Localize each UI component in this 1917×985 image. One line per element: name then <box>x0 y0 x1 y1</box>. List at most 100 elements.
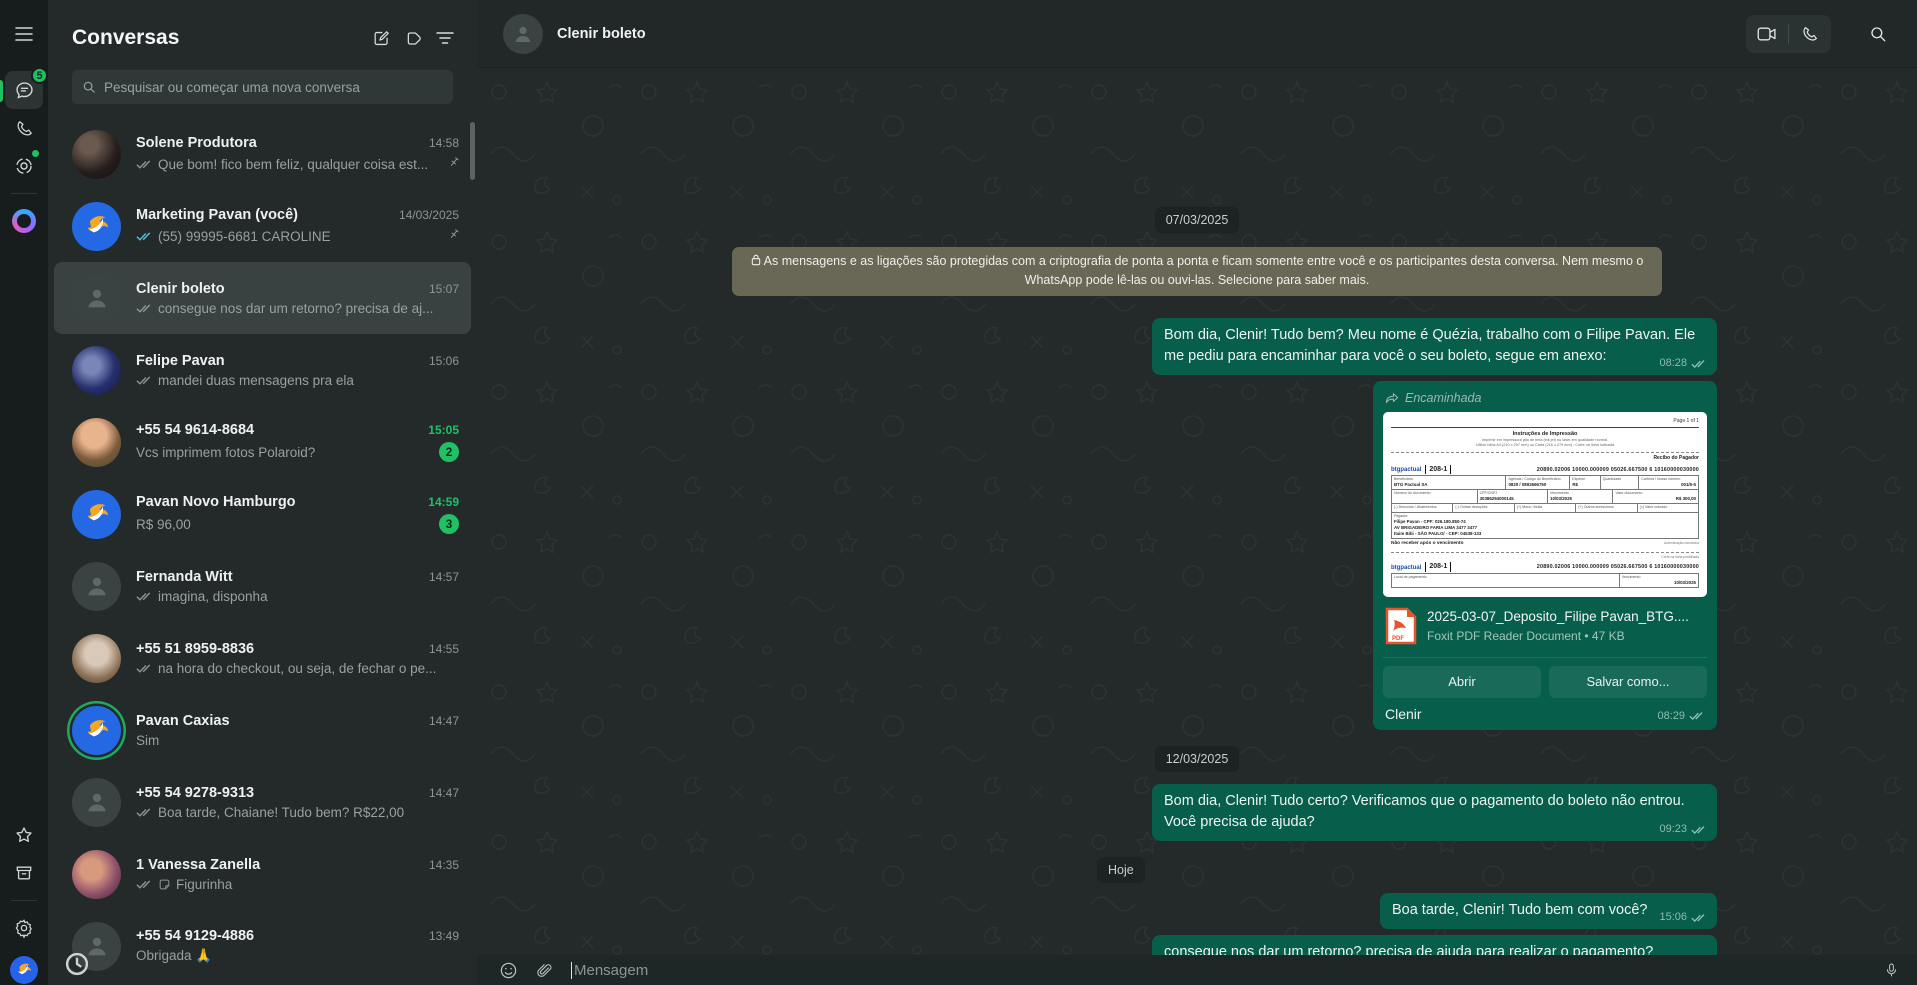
chat-time: 14:57 <box>429 570 459 584</box>
chat-list-item[interactable]: Pavan Novo Hamburgo14:59 R$ 96,00 3 <box>48 478 477 550</box>
document-message: Encaminhada Page 1 of 1 Instruções de Im… <box>1373 381 1717 730</box>
chat-preview: imagina, disponha <box>158 589 459 604</box>
pin-icon <box>442 225 464 247</box>
message-input[interactable] <box>574 962 1866 979</box>
chat-preview: (55) 99995-6681 CAROLINE <box>158 229 441 244</box>
chat-preview: consegue nos dar um retorno? precisa de … <box>158 301 459 316</box>
avatar <box>72 418 121 467</box>
voice-call-button[interactable] <box>1789 15 1831 53</box>
document-preview[interactable]: Page 1 of 1 Instruções de Impressão Impr… <box>1383 412 1707 597</box>
chat-name: Pavan Caxias <box>136 713 419 729</box>
label-filter-icon[interactable] <box>397 22 429 54</box>
chat-list-item[interactable]: +55 54 9129-488613:49 Obrigada 🙏 <box>48 910 477 982</box>
chat-name: Fernanda Witt <box>136 569 419 585</box>
archive-tab[interactable] <box>5 854 43 892</box>
chat-list: Solene Produtora14:58 Que bom! fico bem … <box>48 112 477 985</box>
chat-list-item[interactable]: Pavan Caxias14:47 Sim <box>48 694 477 766</box>
new-chat-icon[interactable] <box>365 22 397 54</box>
lock-icon <box>751 254 761 266</box>
chat-name: Felipe Pavan <box>136 353 419 369</box>
status-tab[interactable] <box>5 147 43 185</box>
chat-time: 14:47 <box>429 786 459 800</box>
outgoing-message: consegue nos dar um retorno? precisa de … <box>1152 935 1717 955</box>
profile-avatar[interactable] <box>5 947 43 985</box>
favorites-tab[interactable] <box>5 816 43 854</box>
meta-ai-tab[interactable] <box>5 202 43 240</box>
unread-badge: 2 <box>439 442 459 462</box>
whatsapp-app: 5 Conversas <box>0 0 1917 985</box>
encryption-notice[interactable]: As mensagens e as ligações são protegida… <box>732 247 1662 296</box>
call-button-group <box>1746 15 1831 53</box>
mic-icon[interactable] <box>1884 960 1899 980</box>
open-button[interactable]: Abrir <box>1383 666 1541 698</box>
chat-name: Pavan Novo Hamburgo <box>136 494 418 510</box>
message-text: Bom dia, Clenir! Tudo certo? Verificamos… <box>1164 793 1685 830</box>
message-time: 08:28 <box>1659 356 1687 372</box>
file-name: 2025-03-07_Deposito_Filipe Pavan_BTG.... <box>1427 609 1689 624</box>
read-receipt-icon <box>1691 912 1707 923</box>
save-as-button[interactable]: Salvar como... <box>1549 666 1707 698</box>
panel-title: Conversas <box>72 26 365 50</box>
read-receipt-icon <box>136 302 153 314</box>
search-bar[interactable] <box>72 70 453 104</box>
unread-total-badge: 5 <box>31 67 48 84</box>
chat-list-item[interactable]: Marketing Pavan (você)14/03/2025 (55) 99… <box>48 190 477 262</box>
pin-icon <box>442 153 464 175</box>
chat-name: 1 Vanessa Zanella <box>136 857 419 873</box>
conversation-header[interactable]: Clenir boleto <box>477 0 1917 68</box>
avatar <box>72 562 121 611</box>
file-attachment[interactable]: PDF 2025-03-07_Deposito_Filipe Pavan_BTG… <box>1383 597 1707 655</box>
message-history: 07/03/2025 As mensagens e as ligações sã… <box>477 68 1917 955</box>
chat-name: +55 54 9129-4886 <box>136 928 419 944</box>
read-receipt-icon <box>1691 824 1707 835</box>
read-receipt-icon <box>136 158 153 170</box>
rail-divider <box>11 193 37 194</box>
chat-time: 14:47 <box>429 714 459 728</box>
chat-list-item[interactable]: Solene Produtora14:58 Que bom! fico bem … <box>48 118 477 190</box>
chat-list-item-selected[interactable]: Clenir boleto15:07 consegue nos dar um r… <box>54 262 471 334</box>
attach-icon[interactable] <box>536 961 553 980</box>
chat-list-item[interactable]: +55 51 8959-883614:55 na hora do checkou… <box>48 622 477 694</box>
read-receipt-icon <box>136 590 153 602</box>
search-icon <box>82 80 96 94</box>
chat-name: +55 51 8959-8836 <box>136 641 419 657</box>
file-type-size: Foxit PDF Reader Document • 47 KB <box>1427 629 1689 643</box>
menu-icon[interactable] <box>5 15 43 53</box>
message-composer <box>477 955 1917 985</box>
chat-time: 14/03/2025 <box>399 208 459 222</box>
chat-preview: R$ 96,00 <box>136 517 434 532</box>
emoji-icon[interactable] <box>499 961 518 980</box>
video-call-button[interactable] <box>1746 15 1788 53</box>
conversation-avatar <box>503 14 543 54</box>
message-caption: Clenir <box>1385 706 1657 722</box>
unread-badge: 3 <box>439 514 459 534</box>
calls-tab[interactable] <box>5 109 43 147</box>
outgoing-message: Bom dia, Clenir! Tudo certo? Verificamos… <box>1152 784 1717 841</box>
read-receipt-icon <box>136 806 153 818</box>
forwarded-label: Encaminhada <box>1385 391 1707 405</box>
chat-list-item[interactable]: 1 Vanessa Zanella14:35 Figurinha <box>48 838 477 910</box>
read-receipt-icon <box>136 878 153 890</box>
chat-list-item[interactable]: Fernanda Witt 14:57 imagina, disponha <box>48 550 477 622</box>
status-new-dot <box>32 150 39 157</box>
chat-list-item[interactable]: +55 54 9278-931314:47 Boa tarde, Chaiane… <box>48 766 477 838</box>
chat-preview: Figurinha <box>176 877 459 892</box>
avatar <box>72 850 121 899</box>
search-in-chat-icon[interactable] <box>1859 15 1897 53</box>
date-chip: Hoje <box>1097 857 1145 883</box>
read-receipt-icon <box>136 374 153 386</box>
search-input[interactable] <box>104 80 443 95</box>
chat-list-item[interactable]: +55 54 9614-868415:05 Vcs imprimem fotos… <box>48 406 477 478</box>
scrollbar-thumb[interactable] <box>470 122 475 180</box>
chat-time: 13:49 <box>429 929 459 943</box>
settings-tab[interactable] <box>5 909 43 947</box>
chats-tab[interactable]: 5 <box>5 71 43 109</box>
svg-text:PDF: PDF <box>1392 636 1404 642</box>
encryption-notice-row: As mensagens e as ligações são protegida… <box>477 247 1917 296</box>
chat-preview: Que bom! fico bem feliz, qualquer coisa … <box>158 157 441 172</box>
message-time: 09:23 <box>1659 822 1687 838</box>
chat-name: +55 54 9614-8684 <box>136 422 418 438</box>
chat-preview: Boa tarde, Chaiane! Tudo bem? R$22,00 <box>158 805 459 820</box>
chat-list-item[interactable]: Felipe Pavan15:06 mandei duas mensagens … <box>48 334 477 406</box>
filter-chats-icon[interactable] <box>429 22 461 54</box>
